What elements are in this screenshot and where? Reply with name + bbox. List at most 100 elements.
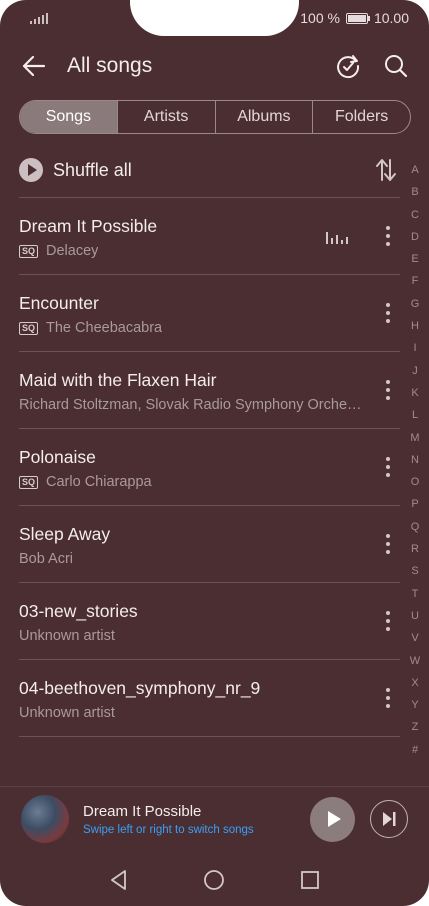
status-right: 100 % 10.00	[300, 10, 409, 26]
play-button[interactable]	[310, 797, 355, 842]
index-letter[interactable]: F	[405, 275, 425, 297]
index-letter[interactable]: R	[405, 543, 425, 565]
notch	[130, 0, 299, 36]
more-options-icon[interactable]	[386, 380, 390, 400]
song-row[interactable]: Dream It Possible SQ Delacey	[19, 197, 400, 274]
battery-percent: 100 %	[300, 10, 340, 26]
song-artist: Carlo Chiarappa	[46, 474, 152, 490]
song-list: Dream It Possible SQ Delacey Encounter SQ The…	[19, 197, 400, 737]
index-letter[interactable]: D	[405, 231, 425, 253]
song-artist-line: Richard Stoltzman, Slovak Radio Symphony…	[19, 397, 374, 413]
index-letter[interactable]: Q	[405, 521, 425, 543]
index-letter[interactable]: N	[405, 454, 425, 476]
sort-icon[interactable]	[374, 156, 398, 184]
nav-back-icon[interactable]	[107, 868, 131, 892]
index-letter[interactable]: Z	[405, 721, 425, 743]
now-playing-hint: Swipe left or right to switch songs	[83, 824, 254, 836]
song-row[interactable]: Sleep Away Bob Acri	[19, 505, 400, 582]
back-arrow-icon[interactable]	[20, 52, 48, 80]
index-letter[interactable]: G	[405, 298, 425, 320]
phone-screen: 100 % 10.00 All songs Songs Artists Albu…	[0, 0, 429, 906]
search-icon[interactable]	[382, 52, 410, 80]
album-art	[21, 795, 69, 843]
next-button[interactable]	[370, 800, 408, 838]
song-artist-line: Bob Acri	[19, 551, 374, 567]
more-options-icon[interactable]	[386, 226, 390, 246]
header: All songs	[0, 44, 429, 88]
song-artist-line: Unknown artist	[19, 705, 374, 721]
song-title: Dream It Possible	[19, 216, 158, 236]
index-letter[interactable]: B	[405, 186, 425, 208]
tab-albums[interactable]: Albums	[214, 101, 313, 133]
skip-next-icon	[382, 811, 395, 826]
index-letter[interactable]: O	[405, 476, 425, 498]
index-letter[interactable]: M	[405, 432, 425, 454]
song-title: Sleep Away	[19, 524, 111, 544]
song-artist-line: SQ The Cheebacabra	[19, 320, 374, 336]
song-artist: The Cheebacabra	[46, 320, 163, 336]
song-artist-line: SQ Delacey	[19, 243, 374, 259]
index-letter[interactable]: P	[405, 498, 425, 520]
index-letter[interactable]: V	[405, 632, 425, 654]
index-letter[interactable]: A	[405, 164, 425, 186]
signal-icon	[30, 12, 48, 24]
song-row[interactable]: 03-new_stories Unknown artist	[19, 582, 400, 659]
index-letter[interactable]: E	[405, 253, 425, 275]
index-letter[interactable]: W	[405, 655, 425, 677]
index-letter[interactable]: S	[405, 565, 425, 587]
now-playing-title: Dream It Possible	[83, 803, 202, 820]
song-artist: Delacey	[46, 243, 99, 259]
alphabet-index[interactable]: A B C D E F G H I J K L M N O P Q R S T U V W X Y Z #	[405, 164, 425, 766]
index-letter[interactable]: T	[405, 588, 425, 610]
more-options-icon[interactable]	[386, 534, 390, 554]
sq-badge: SQ	[19, 244, 39, 258]
page-title: All songs	[67, 54, 153, 77]
battery-icon	[345, 12, 370, 24]
song-title: Encounter	[19, 293, 99, 313]
song-row[interactable]: Encounter SQ The Cheebacabra	[19, 274, 400, 351]
song-title: Maid with the Flaxen Hair	[19, 370, 217, 390]
clock: 10.00	[373, 10, 409, 26]
song-title: 04-beethoven_symphony_nr_9	[19, 678, 261, 698]
song-artist: Unknown artist	[19, 705, 115, 721]
song-artist: Bob Acri	[19, 551, 73, 567]
status-bar: 100 % 10.00	[0, 0, 429, 36]
sq-badge: SQ	[19, 475, 39, 489]
more-options-icon[interactable]	[386, 457, 390, 477]
index-letter[interactable]: X	[405, 677, 425, 699]
shuffle-label: Shuffle all	[53, 159, 132, 180]
index-letter[interactable]: Y	[405, 699, 425, 721]
nav-home-icon[interactable]	[202, 868, 226, 892]
song-artist: Richard Stoltzman, Slovak Radio Symphony…	[19, 397, 362, 413]
equalizer-icon	[326, 230, 348, 244]
tab-folders[interactable]: Folders	[312, 101, 410, 133]
more-options-icon[interactable]	[386, 688, 390, 708]
shuffle-all-button[interactable]: Shuffle all	[19, 156, 132, 184]
song-title: 03-new_stories	[19, 601, 138, 621]
index-letter[interactable]: C	[405, 209, 425, 231]
shuffle-play-icon	[19, 158, 43, 182]
index-letter[interactable]: U	[405, 610, 425, 632]
tab-bar: Songs Artists Albums Folders	[19, 100, 411, 134]
more-options-icon[interactable]	[386, 611, 390, 631]
nav-recents-icon[interactable]	[298, 868, 322, 892]
tab-artists[interactable]: Artists	[116, 101, 215, 133]
song-artist-line: Unknown artist	[19, 628, 374, 644]
index-letter[interactable]: H	[405, 320, 425, 342]
navigation-bar	[0, 858, 429, 902]
index-letter[interactable]: J	[405, 365, 425, 387]
more-options-icon[interactable]	[386, 303, 390, 323]
tab-songs[interactable]: Songs	[20, 101, 117, 133]
song-title: Polonaise	[19, 447, 96, 467]
sq-badge: SQ	[19, 321, 39, 335]
mini-player[interactable]: Dream It Possible Swipe left or right to…	[0, 786, 429, 851]
index-letter[interactable]: I	[405, 342, 425, 364]
index-letter[interactable]: K	[405, 387, 425, 409]
song-row[interactable]: Maid with the Flaxen Hair Richard Stoltzm…	[19, 351, 400, 428]
refresh-icon[interactable]	[334, 52, 362, 80]
song-row[interactable]: 04-beethoven_symphony_nr_9 Unknown artist	[19, 659, 400, 737]
song-row[interactable]: Polonaise SQ Carlo Chiarappa	[19, 428, 400, 505]
index-letter[interactable]: L	[405, 409, 425, 431]
index-letter[interactable]: #	[405, 744, 425, 766]
song-artist-line: SQ Carlo Chiarappa	[19, 474, 374, 490]
